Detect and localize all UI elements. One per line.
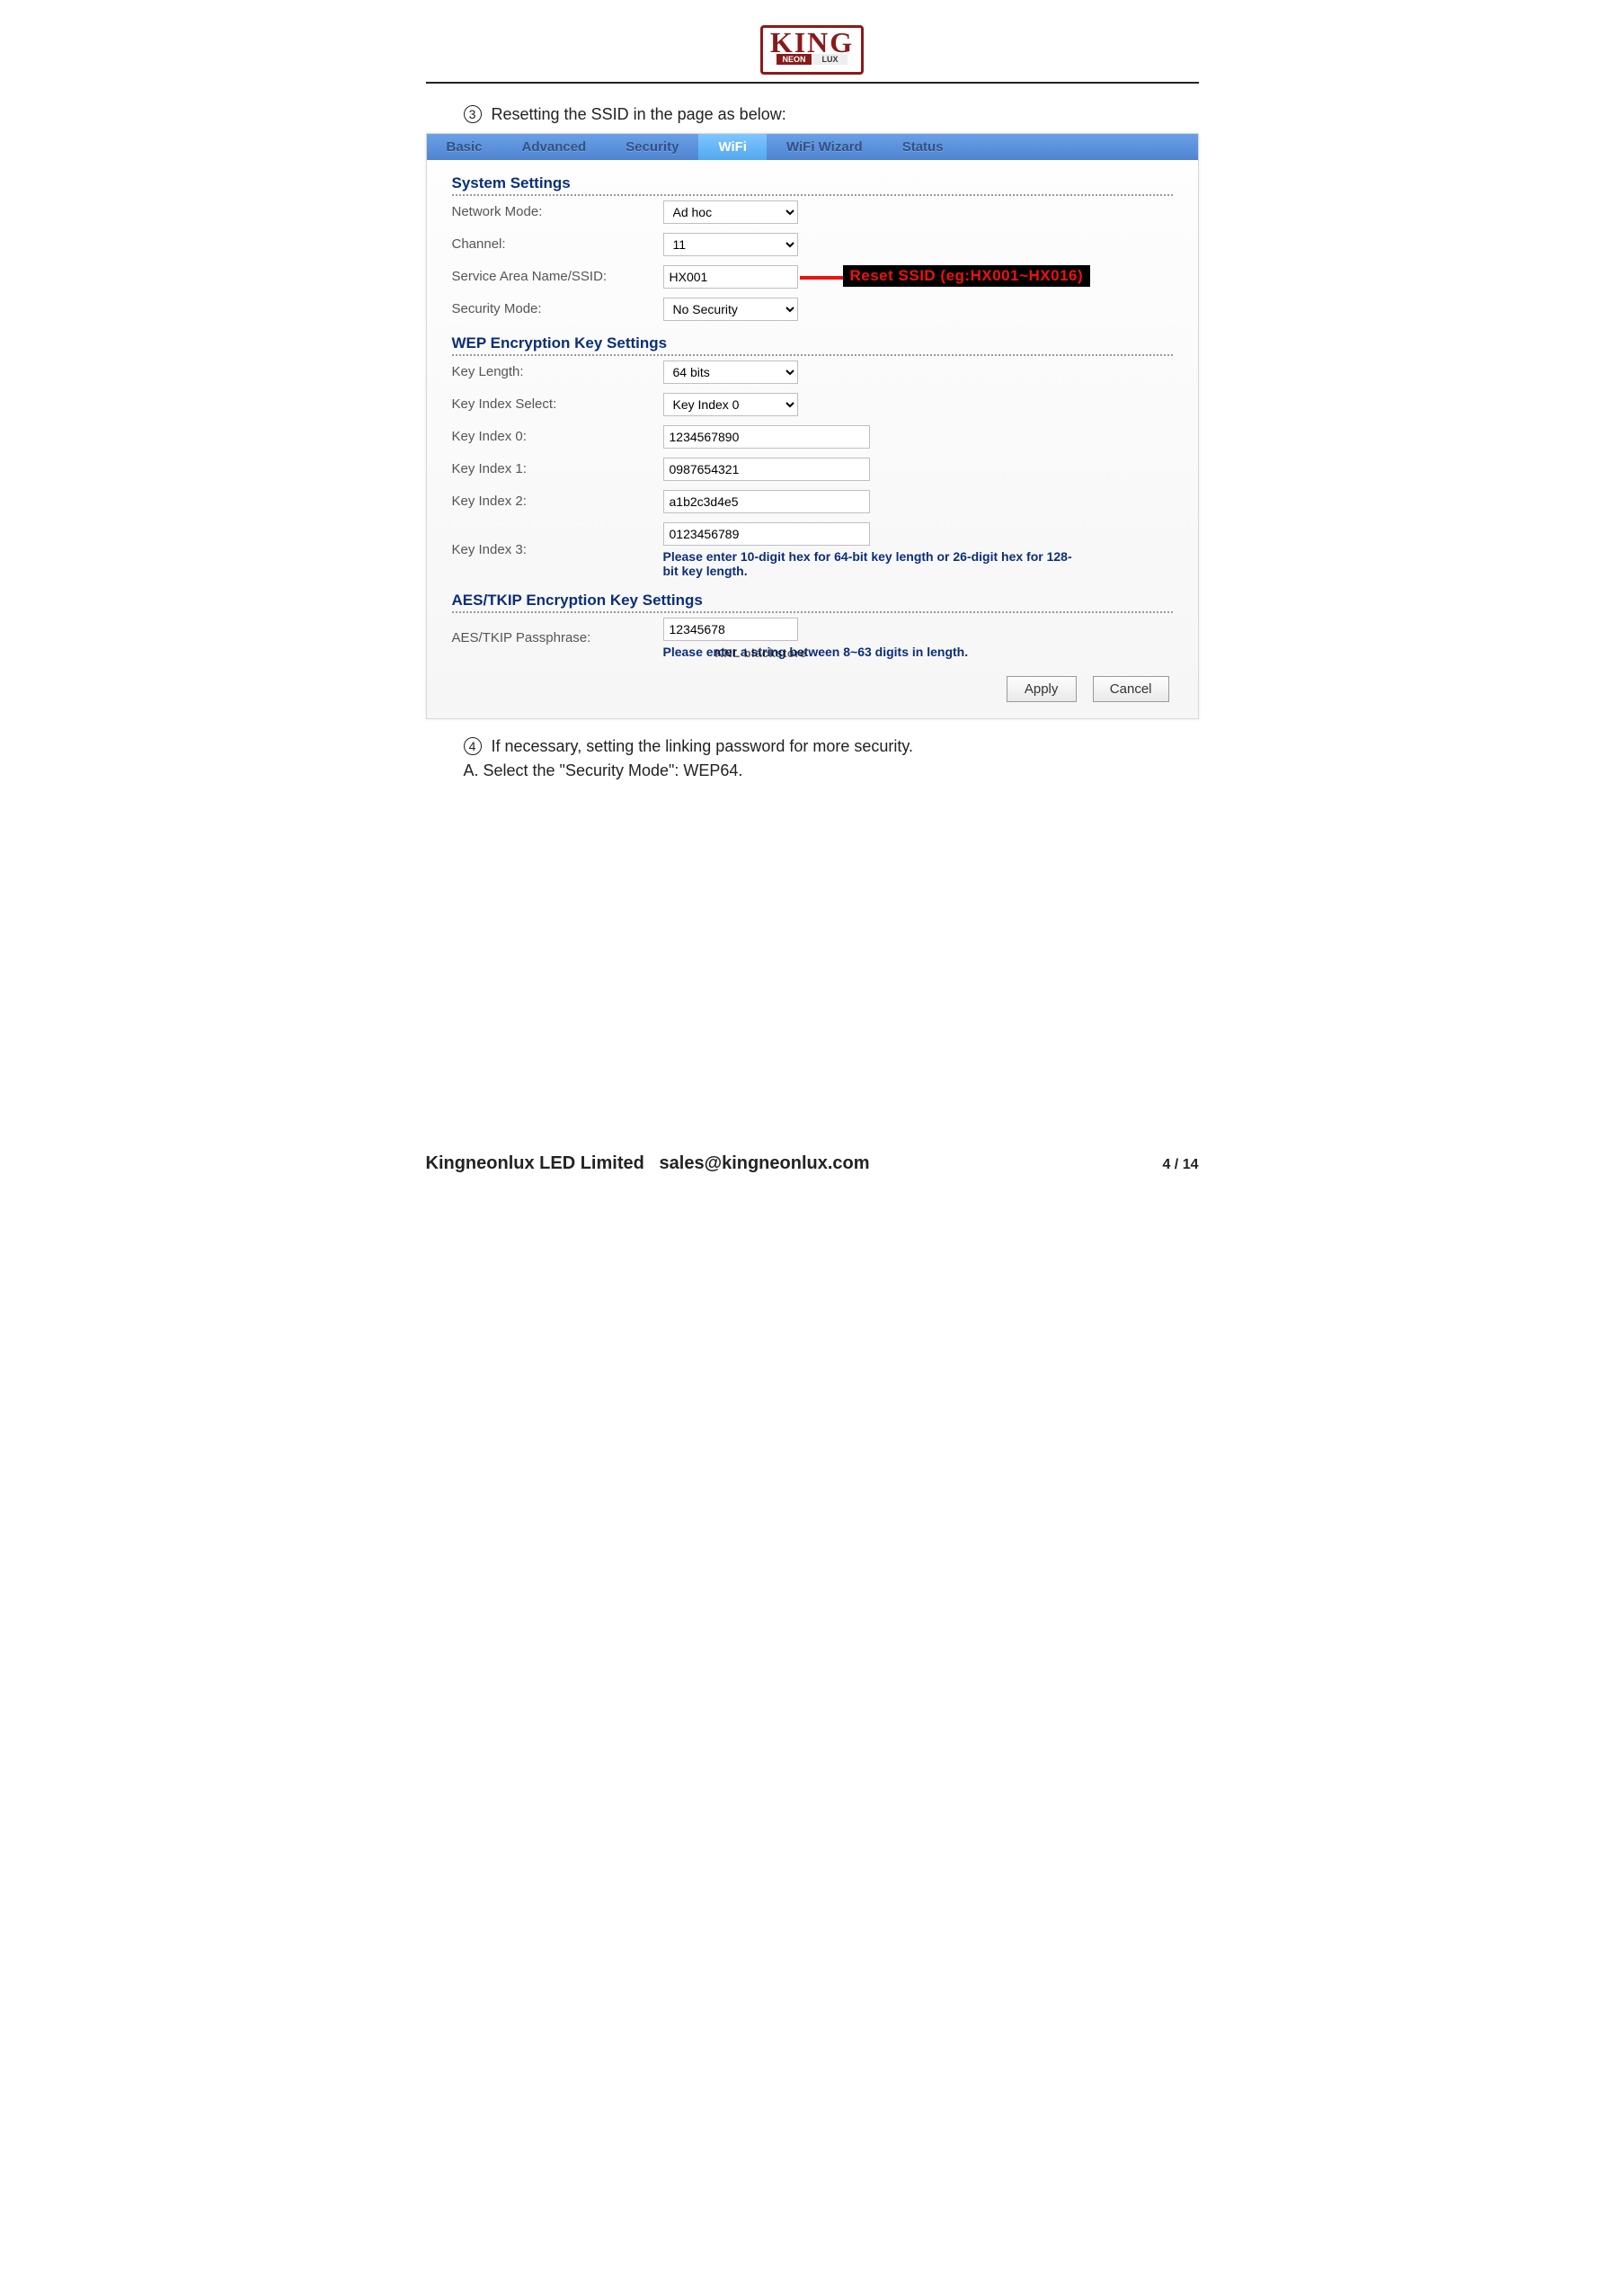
input-key-index-0[interactable]	[663, 425, 870, 449]
apply-button[interactable]: Apply	[1007, 676, 1077, 702]
watermark-text: KNL blackstore	[715, 646, 807, 660]
step-4a-line: A. Select the "Security Mode": WEP64.	[464, 761, 1199, 780]
annotation-reset-ssid: Reset SSID (eg:HX001~HX016)	[843, 265, 1091, 287]
select-security-mode[interactable]: No Security	[663, 298, 798, 321]
step-3-number: 3	[464, 105, 482, 123]
footer-company: Kingneonlux LED Limited	[426, 1153, 644, 1173]
header-logo: KING NEON LUX	[426, 18, 1199, 78]
logo-text-king: KING	[770, 30, 854, 56]
label-key-index-1: Key Index 1:	[452, 461, 663, 476]
tab-security[interactable]: Security	[606, 134, 698, 160]
label-key-index-2: Key Index 2:	[452, 494, 663, 509]
input-ssid[interactable]	[663, 265, 798, 289]
footer-page-total: 14	[1183, 1157, 1199, 1172]
input-key-index-2[interactable]	[663, 490, 870, 513]
logo-text-lux: LUX	[813, 54, 847, 65]
label-key-index-0: Key Index 0:	[452, 429, 663, 444]
header-rule	[426, 82, 1199, 84]
step-4-text: If necessary, setting the linking passwo…	[492, 737, 914, 755]
hint-wep: Please enter 10-digit hex for 64-bit key…	[663, 549, 1077, 578]
footer-page-sep: /	[1170, 1157, 1182, 1172]
section-aes-settings: AES/TKIP Encryption Key Settings	[452, 586, 1173, 613]
section-wep-settings: WEP Encryption Key Settings	[452, 329, 1173, 356]
label-key-index-select: Key Index Select:	[452, 396, 663, 412]
tab-advanced[interactable]: Advanced	[502, 134, 607, 160]
tab-bar: Basic Advanced Security WiFi WiFi Wizard…	[427, 134, 1198, 160]
step-3-line: 3 Resetting the SSID in the page as belo…	[464, 105, 1199, 124]
annotation-pointer-line	[800, 276, 845, 280]
input-key-index-3[interactable]	[663, 522, 870, 546]
footer-email: sales@kingneonlux.com	[660, 1153, 870, 1173]
label-security-mode: Security Mode:	[452, 301, 663, 316]
tab-basic[interactable]: Basic	[427, 134, 502, 160]
section-system-settings: System Settings	[452, 169, 1173, 196]
select-key-length[interactable]: 64 bits	[663, 360, 798, 384]
wifi-settings-panel: Basic Advanced Security WiFi WiFi Wizard…	[426, 133, 1199, 719]
logo-text-neon: NEON	[777, 54, 811, 65]
step-4-line: 4 If necessary, setting the linking pass…	[464, 737, 1199, 756]
select-key-index[interactable]: Key Index 0	[663, 393, 798, 416]
input-aes-passphrase[interactable]	[663, 618, 798, 641]
label-aes-passphrase: AES/TKIP Passphrase:	[452, 630, 663, 645]
cancel-button[interactable]: Cancel	[1093, 676, 1169, 702]
tab-wifi-wizard[interactable]: WiFi Wizard	[767, 134, 883, 160]
input-key-index-1[interactable]	[663, 458, 870, 481]
select-network-mode[interactable]: Ad hoc	[663, 200, 798, 224]
tab-status[interactable]: Status	[883, 134, 963, 160]
label-key-index-3: Key Index 3:	[452, 542, 663, 557]
label-network-mode: Network Mode:	[452, 204, 663, 219]
tab-wifi[interactable]: WiFi	[698, 134, 767, 160]
select-channel[interactable]: 11	[663, 233, 798, 256]
step-3-text: Resetting the SSID in the page as below:	[492, 105, 786, 123]
label-channel: Channel:	[452, 236, 663, 252]
step-4-number: 4	[464, 737, 482, 755]
page-footer: Kingneonlux LED Limited sales@kingneonlu…	[426, 1153, 1199, 1174]
hint-aes: Please enter a string between 8~63 digit…	[663, 645, 969, 659]
label-ssid: Service Area Name/SSID:	[452, 269, 663, 284]
label-key-length: Key Length:	[452, 364, 663, 379]
